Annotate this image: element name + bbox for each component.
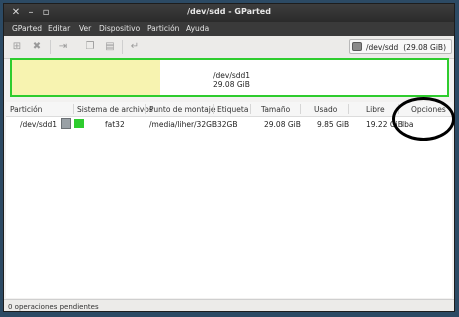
table-row[interactable]: /dev/sdd1 fat32 /media/liher/32GB 32GB 2…: [6, 117, 452, 131]
disk-graph[interactable]: /dev/sdd1 29.08 GiB: [10, 58, 449, 97]
table-header: Partición Sistema de archivos Punto de m…: [6, 102, 452, 117]
col-punto-montaje[interactable]: Punto de montaje: [149, 105, 215, 114]
device-size: (29.08 GiB): [403, 43, 446, 52]
status-bar: 0 operaciones pendientes: [4, 299, 454, 311]
menu-dispositivo[interactable]: Dispositivo: [99, 24, 140, 33]
gparted-window: ✕ – ▫ /dev/sdd - GParted GParted Editar …: [3, 3, 455, 312]
copy-icon[interactable]: ❐: [83, 40, 97, 54]
cell-filesystem: fat32: [105, 120, 125, 129]
partition-table: Partición Sistema de archivos Punto de m…: [6, 102, 452, 298]
device-path: /dev/sdd: [366, 43, 399, 52]
disk-drive-icon: [352, 42, 362, 51]
title-bar: ✕ – ▫ /dev/sdd - GParted: [4, 4, 454, 22]
menu-bar: GParted Editar Ver Dispositivo Partición…: [4, 22, 454, 36]
used-space-fill: [12, 60, 160, 95]
highlight-circle-annotation: [392, 97, 455, 141]
col-sistema-archivos[interactable]: Sistema de archivos: [77, 105, 153, 114]
new-partition-icon[interactable]: ⊞: [10, 40, 24, 54]
cell-mountpoint: /media/liher/32GB: [149, 120, 218, 129]
col-particion[interactable]: Partición: [10, 105, 42, 114]
paste-icon[interactable]: ▤: [103, 40, 117, 54]
toolbar: ⊞ ✖ ⇥ ❐ ▤ ↵ /dev/sdd (29.08 GiB): [4, 36, 454, 59]
delete-icon[interactable]: ✖: [30, 40, 44, 54]
col-tamano[interactable]: Tamaño: [261, 105, 290, 114]
cell-label: 32GB: [217, 120, 238, 129]
cell-partition: /dev/sdd1: [20, 120, 58, 129]
graph-partition-size: 29.08 GiB: [213, 80, 250, 89]
toolbar-separator: [122, 40, 123, 54]
menu-ayuda[interactable]: Ayuda: [186, 24, 209, 33]
col-libre[interactable]: Libre: [366, 105, 385, 114]
resize-move-icon[interactable]: ⇥: [56, 40, 70, 54]
column-divider: [213, 104, 214, 114]
toolbar-separator: [50, 40, 51, 54]
menu-gparted[interactable]: GParted: [12, 24, 42, 33]
menu-editar[interactable]: Editar: [48, 24, 70, 33]
menu-particion[interactable]: Partición: [147, 24, 179, 33]
column-divider: [145, 104, 146, 114]
column-divider: [250, 104, 251, 114]
cell-used: 9.85 GiB: [317, 120, 350, 129]
menu-ver[interactable]: Ver: [79, 24, 91, 33]
filesystem-color-swatch: [74, 119, 84, 128]
column-divider: [300, 104, 301, 114]
undo-icon[interactable]: ↵: [128, 40, 142, 54]
col-etiqueta[interactable]: Etiqueta: [217, 105, 248, 114]
cell-size: 29.08 GiB: [264, 120, 301, 129]
column-divider: [73, 104, 74, 114]
graph-partition-name: /dev/sdd1: [213, 71, 251, 80]
device-selector[interactable]: /dev/sdd (29.08 GiB): [349, 39, 452, 54]
col-usado[interactable]: Usado: [314, 105, 337, 114]
column-divider: [348, 104, 349, 114]
pending-operations: 0 operaciones pendientes: [8, 303, 99, 311]
lock-icon: [61, 118, 71, 129]
window-title: /dev/sdd - GParted: [187, 7, 271, 16]
